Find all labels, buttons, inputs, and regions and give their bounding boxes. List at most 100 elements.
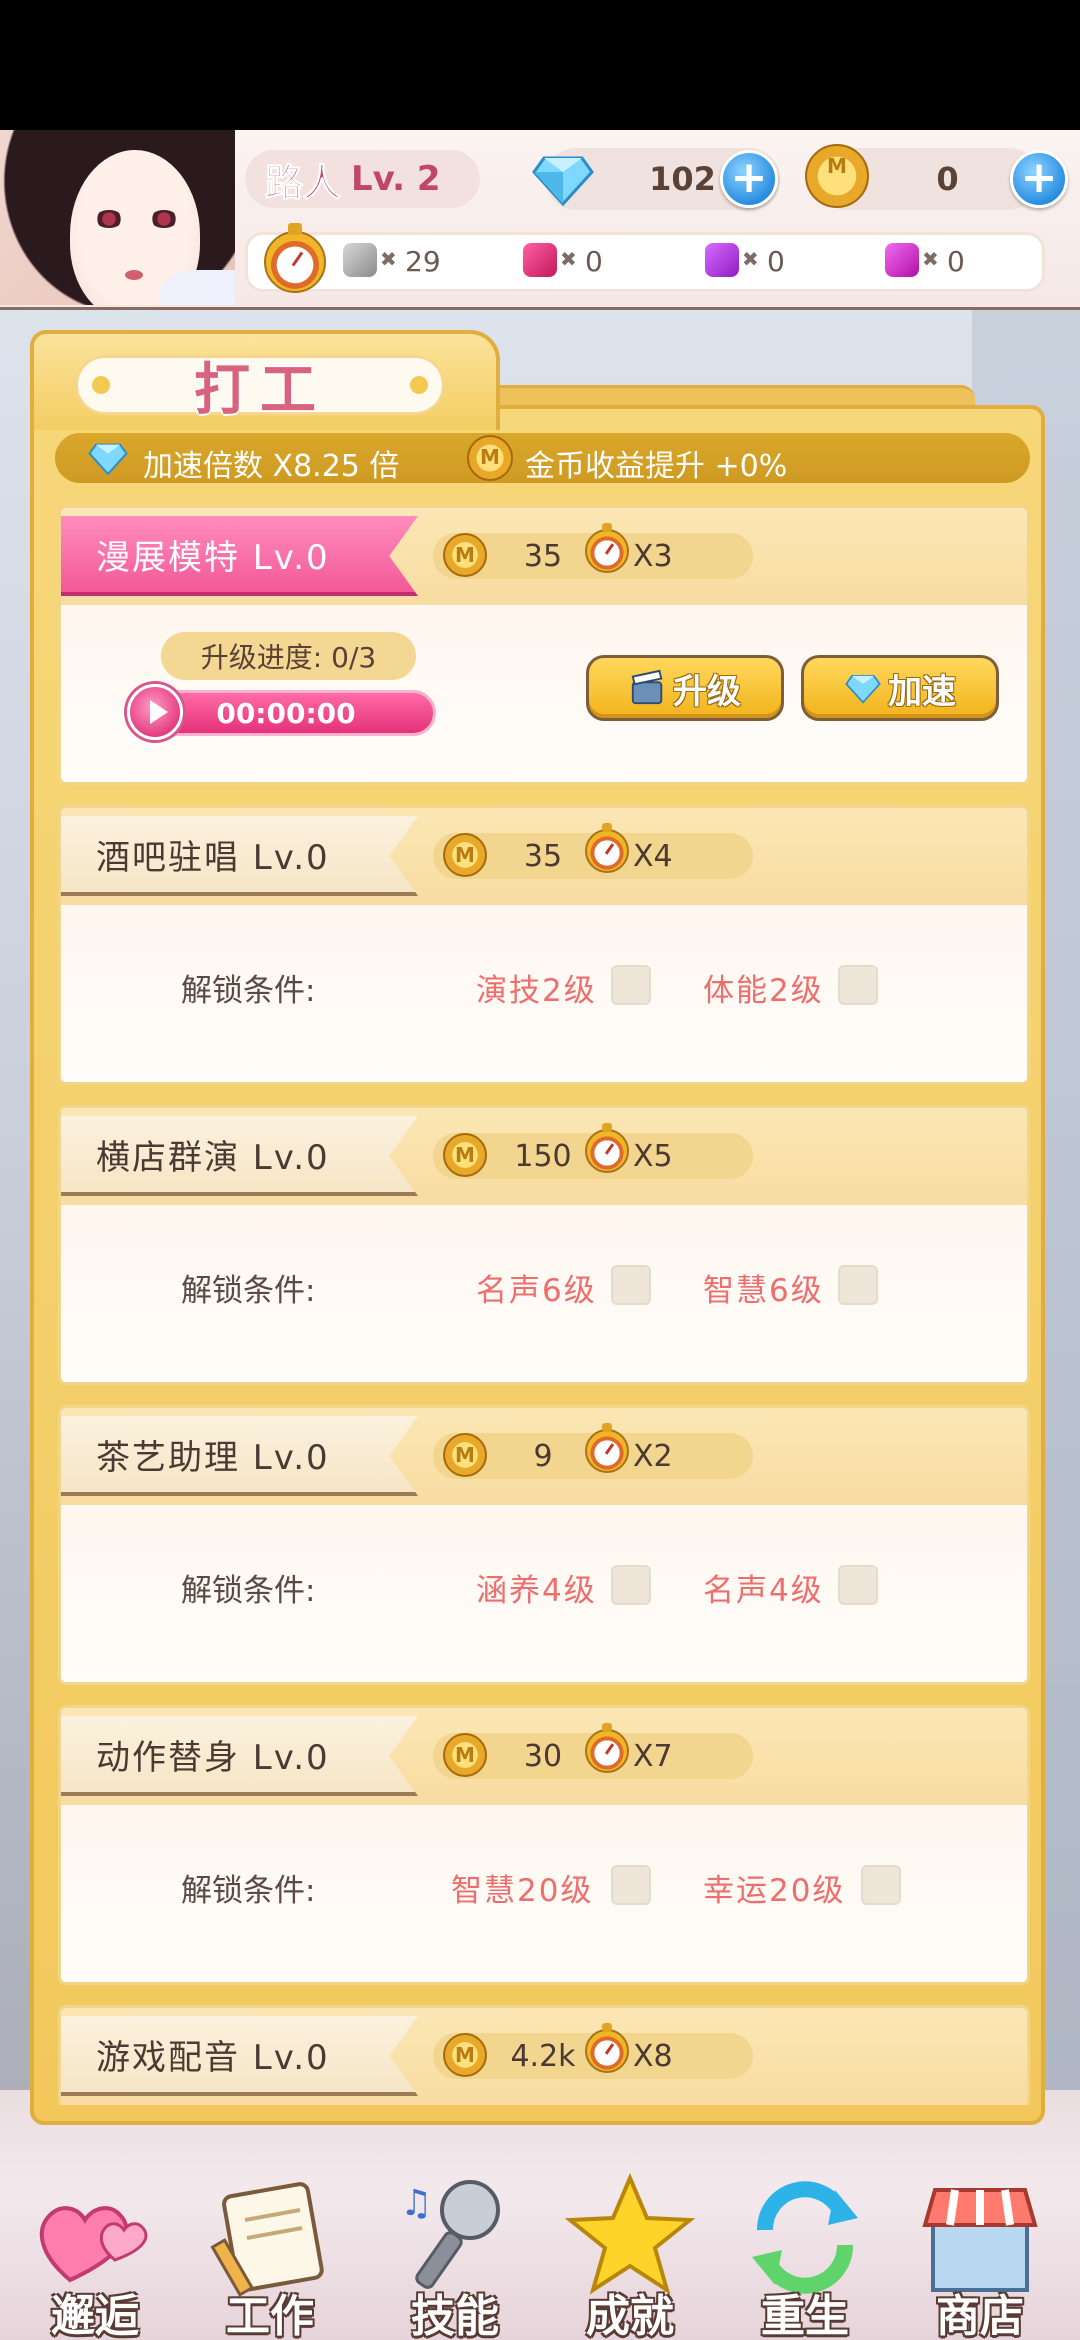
pink-gem-count: 0 (585, 245, 603, 278)
job-stats: 150 X5 (433, 1123, 753, 1179)
svg-text:♫: ♫ (400, 2183, 432, 2224)
job-body: 解锁条件: 演技2级 体能2级 (61, 905, 1027, 1082)
job-cost: 30 (523, 1739, 563, 1774)
job-name: 横店群演 Lv.0 (96, 1137, 330, 1178)
player-name: 路人 (264, 160, 342, 205)
plus-icon: + (730, 152, 768, 203)
job-name-tag: 游戏配音 Lv.0 (61, 2016, 418, 2096)
coin-counter: 0 (805, 144, 1040, 210)
job-multiplier: X2 (633, 1439, 673, 1474)
add-diamonds-button[interactable]: + (720, 150, 778, 208)
stopwatch-icon (264, 223, 326, 293)
stopwatch-icon (585, 523, 629, 573)
play-button[interactable] (127, 684, 183, 740)
times-icon: ✖ (742, 247, 759, 271)
job-body: 解锁条件: 智慧20级 幸运20级 (61, 1805, 1027, 1982)
job-name: 茶艺助理 Lv.0 (96, 1437, 330, 1478)
job-name-tag: 酒吧驻唱 Lv.0 (61, 816, 418, 896)
job-name: 漫展模特 Lv.0 (96, 537, 330, 578)
condition-checkbox (611, 1565, 651, 1605)
job-cost: 150 (514, 1139, 572, 1174)
unlock-label: 解锁条件: (181, 1873, 316, 1909)
diamond-icon (845, 675, 881, 704)
nav-work[interactable]: 工作 (195, 2170, 345, 2340)
nav-encounter[interactable]: 邂逅 (20, 2170, 170, 2340)
upgrade-button[interactable]: 升级 (586, 655, 784, 721)
nav-label: 成就 (586, 2291, 674, 2340)
grey-gem-count: 29 (405, 245, 441, 278)
job-card: 茶艺助理 Lv.0 9 X2 解锁条件: 涵养4级 名声4级 (58, 1405, 1030, 1685)
job-body: 解锁条件: 名声6级 智慧6级 (61, 1205, 1027, 1382)
player-avatar[interactable] (0, 130, 235, 305)
pink-gem-icon (523, 243, 557, 277)
job-multiplier: X8 (633, 2039, 673, 2074)
condition-checkbox (611, 965, 651, 1005)
times-icon: ✖ (560, 247, 577, 271)
add-coins-button[interactable]: + (1010, 150, 1068, 208)
job-cost: 35 (523, 839, 563, 874)
job-card-active: 漫展模特 Lv.0 35 X3 升级进度: 0/3 00:00:00 升级 加速 (58, 505, 1030, 785)
purple-gem-icon (705, 243, 739, 277)
job-multiplier: X3 (633, 539, 673, 574)
avatar-dress (160, 270, 235, 305)
job-multiplier: X7 (633, 1739, 673, 1774)
player-level: Lv. 2 (351, 159, 441, 199)
job-card: 酒吧驻唱 Lv.0 35 X4 解锁条件: 演技2级 体能2级 (58, 805, 1030, 1085)
stopwatch-icon (585, 2023, 629, 2073)
coin-icon (443, 533, 487, 577)
job-cost: 35 (523, 539, 563, 574)
job-name: 游戏配音 Lv.0 (96, 2037, 330, 2078)
job-card: 动作替身 Lv.0 30 X7 解锁条件: 智慧20级 幸运20级 (58, 1705, 1030, 1985)
nav-rebirth[interactable]: 重生 (730, 2170, 880, 2340)
job-cost: 4.2k (510, 2039, 576, 2074)
unlock-label: 解锁条件: (181, 1573, 316, 1609)
upgrade-progress-label: 升级进度: 0/3 (161, 632, 416, 680)
purple-gem-count: 0 (767, 245, 785, 278)
clapperboard-icon (631, 669, 663, 705)
unlock-condition: 智慧20级 (451, 1873, 594, 1909)
upgrade-label: 升级 (673, 671, 741, 712)
job-stats: 9 X2 (433, 1423, 753, 1479)
unlock-condition: 智慧6级 (703, 1273, 824, 1309)
condition-checkbox (838, 965, 878, 1005)
coin-bonus-text: 金币收益提升 +0% (525, 449, 788, 484)
condition-checkbox (838, 1565, 878, 1605)
decor-dot (92, 376, 110, 394)
speed-multiplier-text: 加速倍数 X8.25 倍 (143, 449, 400, 484)
nav-label: 商店 (936, 2291, 1024, 2340)
job-multiplier: X5 (633, 1139, 673, 1174)
condition-checkbox (611, 1265, 651, 1305)
stopwatch-icon (585, 1123, 629, 1173)
unlock-condition: 演技2级 (476, 973, 597, 1009)
magenta-gem-count: 0 (947, 245, 965, 278)
job-name-tag: 漫展模特 Lv.0 (61, 516, 418, 596)
avatar-mouth (125, 270, 143, 280)
stopwatch-icon (585, 1723, 629, 1773)
panel-title-pill: 打工 (75, 355, 445, 423)
job-body: 解锁条件: 涵养4级 名声4级 (61, 1505, 1027, 1682)
unlock-condition: 幸运20级 (703, 1873, 846, 1909)
coin-icon (443, 1133, 487, 1177)
speedup-button[interactable]: 加速 (801, 655, 999, 721)
player-name-pill: 路人 Lv. 2 (245, 150, 480, 208)
nav-skills[interactable]: ♫ 技能 (380, 2170, 530, 2340)
unlock-condition: 名声6级 (476, 1273, 597, 1309)
bottom-nav: 邂逅 工作 ♫ 技能 成就 重生 商店 (0, 2150, 1080, 2340)
nav-achievements[interactable]: 成就 (555, 2170, 705, 2340)
unlock-condition: 体能2级 (703, 973, 824, 1009)
unlock-condition: 名声4级 (703, 1573, 824, 1609)
item-stats-bar: ✖ 29 ✖ 0 ✖ 0 ✖ 0 (245, 223, 1045, 293)
condition-checkbox (861, 1865, 901, 1905)
nav-shop[interactable]: 商店 (905, 2170, 1055, 2340)
job-name-tag: 茶艺助理 Lv.0 (61, 1416, 418, 1496)
nav-label: 工作 (226, 2291, 314, 2340)
times-icon: ✖ (922, 247, 939, 271)
panel-title: 打工 (194, 357, 326, 423)
magenta-gem-icon (885, 243, 919, 277)
job-name-tag: 横店群演 Lv.0 (61, 1116, 418, 1196)
unlock-label: 解锁条件: (181, 1273, 316, 1309)
job-stats: 30 X7 (433, 1723, 753, 1779)
diamond-icon (88, 443, 128, 476)
coin-icon (443, 1733, 487, 1777)
nav-label: 技能 (411, 2291, 499, 2340)
